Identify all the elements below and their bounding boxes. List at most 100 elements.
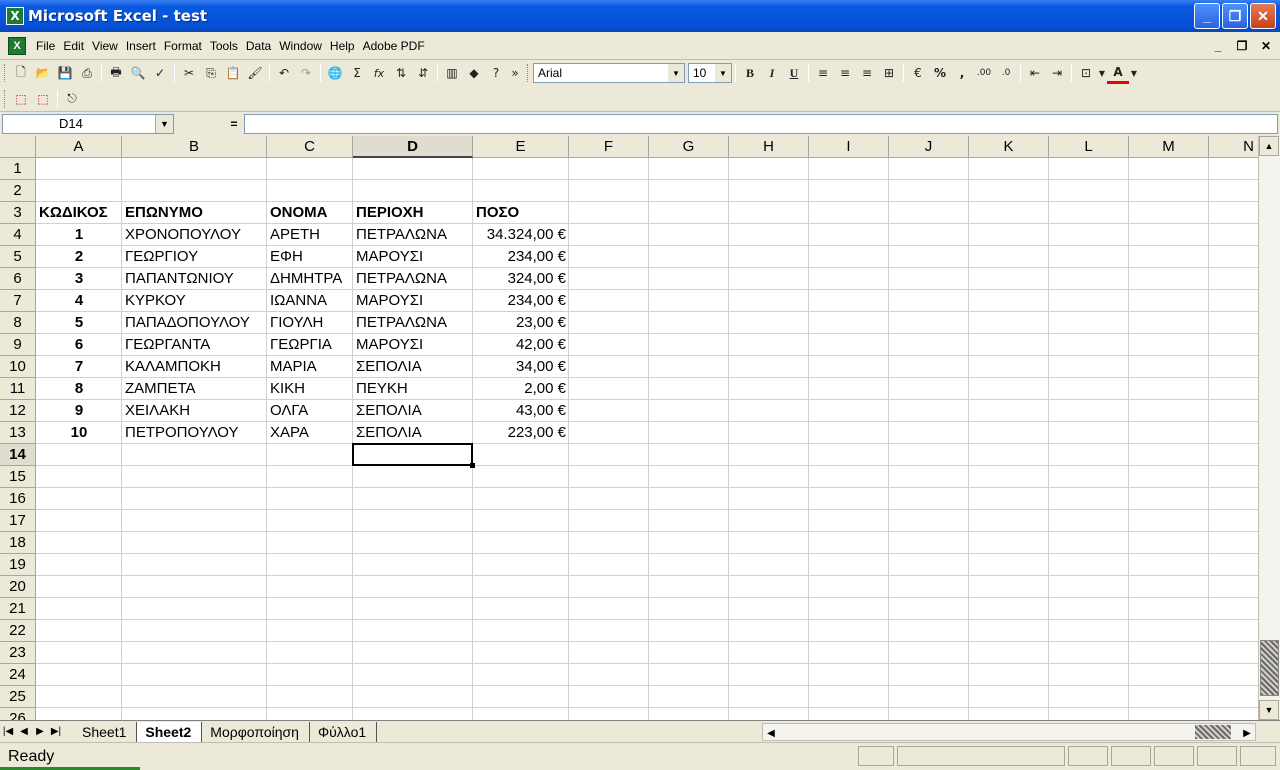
permission-icon[interactable]: ⎙ bbox=[76, 62, 98, 84]
convert-to-pdf-icon[interactable]: ⬚ bbox=[10, 88, 32, 110]
chevron-down-icon[interactable]: ▼ bbox=[668, 64, 684, 82]
row-header-2[interactable]: 2 bbox=[0, 180, 36, 202]
table-cell[interactable]: ΠΑΠΑΝΤΩΝΙΟΥ bbox=[122, 268, 267, 290]
sort-ascending-icon[interactable]: ⇅ bbox=[390, 62, 412, 84]
table-cell[interactable]: 7 bbox=[36, 356, 122, 378]
excel-app-icon[interactable]: X bbox=[6, 7, 24, 25]
row-header-13[interactable]: 13 bbox=[0, 422, 36, 444]
prev-sheet-icon[interactable]: ◀ bbox=[16, 723, 32, 741]
sheet-tab-sheet1[interactable]: Sheet1 bbox=[74, 721, 138, 742]
font-name-select[interactable]: Arial ▼ bbox=[533, 63, 685, 83]
doc-close-button[interactable]: ✕ bbox=[1256, 37, 1276, 55]
table-cell[interactable]: ΜΑΡΟΥΣΙ bbox=[353, 246, 473, 268]
table-header-cell[interactable]: ΟΝΟΜΑ bbox=[267, 202, 353, 224]
column-header-f[interactable]: F bbox=[569, 136, 649, 158]
sheet-tab-formatting[interactable]: Μορφοποίηση bbox=[202, 721, 310, 742]
row-header-21[interactable]: 21 bbox=[0, 598, 36, 620]
table-cell[interactable]: 5 bbox=[36, 312, 122, 334]
table-cell[interactable]: 223,00 € bbox=[473, 422, 569, 444]
print-icon[interactable]: 🖶 bbox=[105, 62, 127, 84]
row-header-14[interactable]: 14 bbox=[0, 444, 36, 466]
menu-view[interactable]: View bbox=[88, 32, 122, 60]
table-cell[interactable]: ΧΡΟΝΟΠΟΥΛΟΥ bbox=[122, 224, 267, 246]
align-right-icon[interactable]: ≡ bbox=[856, 62, 878, 84]
table-cell[interactable]: 34,00 € bbox=[473, 356, 569, 378]
horizontal-scroll-thumb[interactable] bbox=[1195, 725, 1231, 739]
row-header-12[interactable]: 12 bbox=[0, 400, 36, 422]
menu-edit[interactable]: Edit bbox=[59, 32, 88, 60]
last-sheet-icon[interactable]: ▶| bbox=[48, 723, 64, 741]
menu-help[interactable]: Help bbox=[326, 32, 359, 60]
column-header-e[interactable]: E bbox=[473, 136, 569, 158]
toolbar-grip[interactable] bbox=[4, 64, 7, 82]
table-header-cell[interactable]: ΕΠΩΝΥΜΟ bbox=[122, 202, 267, 224]
table-header-cell[interactable]: ΠΟΣΟ bbox=[473, 202, 569, 224]
row-header-6[interactable]: 6 bbox=[0, 268, 36, 290]
row-header-15[interactable]: 15 bbox=[0, 466, 36, 488]
scroll-left-icon[interactable]: ◀ bbox=[763, 724, 779, 742]
formula-input[interactable] bbox=[244, 114, 1278, 134]
scroll-down-icon[interactable]: ▼ bbox=[1259, 700, 1279, 720]
table-cell[interactable]: 23,00 € bbox=[473, 312, 569, 334]
table-cell[interactable]: ΠΕΤΡΟΠΟΥΛΟΥ bbox=[122, 422, 267, 444]
column-header-b[interactable]: B bbox=[122, 136, 267, 158]
toolbar-options-icon[interactable]: » bbox=[507, 62, 523, 84]
cut-icon[interactable]: ✂ bbox=[178, 62, 200, 84]
active-cell[interactable] bbox=[352, 443, 473, 466]
comma-button[interactable]: , bbox=[951, 62, 973, 84]
print-preview-icon[interactable]: 🔍 bbox=[127, 62, 149, 84]
table-cell[interactable]: ΓΙΟΥΛΗ bbox=[267, 312, 353, 334]
sheet-tab-sheet2[interactable]: Sheet2 bbox=[137, 721, 203, 742]
table-cell[interactable]: ΣΕΠΟΛΙΑ bbox=[353, 400, 473, 422]
menu-insert[interactable]: Insert bbox=[122, 32, 160, 60]
column-header-j[interactable]: J bbox=[889, 136, 969, 158]
scroll-up-icon[interactable]: ▲ bbox=[1259, 136, 1279, 156]
next-sheet-icon[interactable]: ▶ bbox=[32, 723, 48, 741]
table-cell[interactable]: 34.324,00 € bbox=[473, 224, 569, 246]
table-cell[interactable]: 234,00 € bbox=[473, 246, 569, 268]
column-header-n[interactable]: N bbox=[1209, 136, 1258, 158]
table-cell[interactable]: ΓΕΩΡΓΑΝΤΑ bbox=[122, 334, 267, 356]
worksheet-grid[interactable]: A B C D E F G H I J K L M N 1 2 3 4 5 6 7 8 9 10 11 12 13 14 15 16 17 1… bbox=[0, 136, 1258, 720]
row-header-25[interactable]: 25 bbox=[0, 686, 36, 708]
menu-file[interactable]: File bbox=[32, 32, 59, 60]
vertical-scroll-thumb[interactable] bbox=[1260, 640, 1279, 696]
row-header-3[interactable]: 3 bbox=[0, 202, 36, 224]
table-cell[interactable]: ΠΕΤΡΑΛΩΝΑ bbox=[353, 268, 473, 290]
select-all-corner[interactable] bbox=[0, 136, 36, 158]
doc-restore-button[interactable]: ❐ bbox=[1232, 37, 1252, 55]
font-size-select[interactable]: 10 ▼ bbox=[688, 63, 732, 83]
bold-button[interactable]: B bbox=[739, 62, 761, 84]
table-cell[interactable]: 324,00 € bbox=[473, 268, 569, 290]
table-cell[interactable]: ΔΗΜΗΤΡΑ bbox=[267, 268, 353, 290]
autosum-icon[interactable]: Σ bbox=[346, 62, 368, 84]
column-header-g[interactable]: G bbox=[649, 136, 729, 158]
currency-icon[interactable]: € bbox=[907, 62, 929, 84]
help-icon[interactable]: ? bbox=[485, 62, 507, 84]
table-cell[interactable]: ΚΙΚΗ bbox=[267, 378, 353, 400]
row-header-20[interactable]: 20 bbox=[0, 576, 36, 598]
spelling-icon[interactable]: ✓ bbox=[149, 62, 171, 84]
table-cell[interactable]: ΓΕΩΡΓΙΟΥ bbox=[122, 246, 267, 268]
menu-format[interactable]: Format bbox=[160, 32, 206, 60]
sort-descending-icon[interactable]: ⇵ bbox=[412, 62, 434, 84]
percent-button[interactable]: % bbox=[929, 62, 951, 84]
undo-icon[interactable]: ↶ bbox=[273, 62, 295, 84]
table-cell[interactable]: ΣΕΠΟΛΙΑ bbox=[353, 356, 473, 378]
column-header-d[interactable]: D bbox=[353, 136, 473, 158]
row-header-18[interactable]: 18 bbox=[0, 532, 36, 554]
horizontal-scrollbar[interactable]: ◀ ▶ bbox=[762, 723, 1256, 741]
sheet-tab-fyllo1[interactable]: Φύλλο1 bbox=[310, 721, 378, 742]
chevron-down-icon[interactable]: ▼ bbox=[1097, 62, 1107, 84]
table-cell[interactable]: ΚΥΡΚΟΥ bbox=[122, 290, 267, 312]
table-cell[interactable]: 234,00 € bbox=[473, 290, 569, 312]
row-header-16[interactable]: 16 bbox=[0, 488, 36, 510]
column-header-l[interactable]: L bbox=[1049, 136, 1129, 158]
restore-button[interactable]: ❐ bbox=[1222, 3, 1248, 29]
row-header-9[interactable]: 9 bbox=[0, 334, 36, 356]
vertical-scrollbar[interactable]: ▲ ▼ bbox=[1258, 136, 1280, 720]
drawing-icon[interactable]: ◆ bbox=[463, 62, 485, 84]
table-cell[interactable]: ΑΡΕΤΗ bbox=[267, 224, 353, 246]
table-cell[interactable]: 1 bbox=[36, 224, 122, 246]
menu-adobe-pdf[interactable]: Adobe PDF bbox=[359, 32, 429, 60]
